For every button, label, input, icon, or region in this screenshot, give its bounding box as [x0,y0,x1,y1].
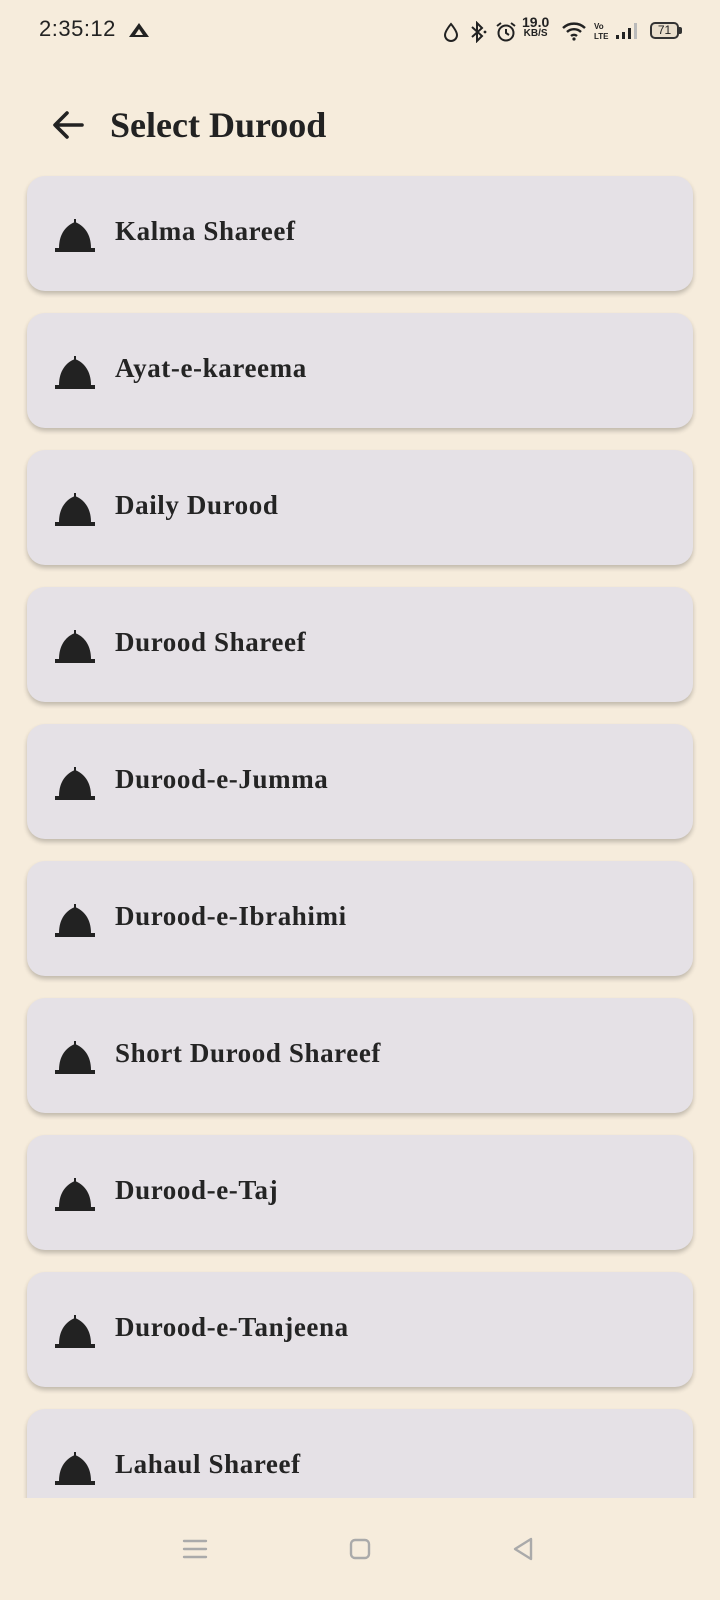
list-item-label: Daily Durood [115,490,279,520]
signal-icon [616,23,637,39]
list-item[interactable]: Durood-e-Ibrahimi [27,861,693,976]
list-item-label: Short Durood Shareef [115,1038,382,1068]
dome-icon [55,1452,95,1485]
list-item-label: Lahaul Shareef [115,1449,301,1479]
list-item[interactable]: Durood-e-Jumma [27,724,693,839]
list-item[interactable]: Ayat-e-kareema [27,313,693,428]
delta-icon [129,23,149,37]
dome-icon [55,1041,95,1074]
back-triangle-icon[interactable] [508,1534,538,1564]
status-bar: 2:35:12 19.0 KB/S Vo LTE 71 [0,0,720,62]
list-item[interactable]: Daily Durood [27,450,693,565]
dome-icon [55,630,95,663]
battery-icon: 71 [650,22,682,39]
list-item[interactable]: Short Durood Shareef [27,998,693,1113]
navigation-bar [0,1498,720,1600]
network-speed-value: 19.0 [522,14,550,30]
drop-icon [443,22,459,42]
list-item-label: Durood-e-Jumma [115,764,329,794]
menu-icon[interactable] [180,1534,210,1564]
dome-icon [55,767,95,800]
durood-list[interactable]: Kalma Shareef Ayat-e-kareema Daily Duroo… [0,160,720,1498]
list-item[interactable]: Durood-e-Taj [27,1135,693,1250]
svg-text:Vo: Vo [594,22,604,31]
network-speed-unit: KB/S [523,28,548,39]
list-item-label: Ayat-e-kareema [115,353,307,383]
bluetooth-icon [471,21,487,43]
page-title: Select Durood [110,105,327,145]
dome-icon [55,1315,95,1348]
alarm-icon [496,22,516,42]
list-item-label: Durood-e-Tanjeena [115,1312,349,1342]
list-item[interactable]: Lahaul Shareef [27,1409,693,1498]
list-item-label: Durood Shareef [115,627,307,657]
dome-icon [55,493,95,526]
status-time: 2:35:12 [39,16,116,41]
arrow-left-icon[interactable] [48,104,90,146]
battery-level: 71 [657,23,672,37]
list-item[interactable]: Durood-e-Tanjeena [27,1272,693,1387]
wifi-icon [562,22,586,41]
list-item-label: Durood-e-Taj [115,1175,279,1205]
dome-icon [55,356,95,389]
list-item-label: Kalma Shareef [115,216,296,246]
dome-icon [55,904,95,937]
dome-icon [55,1178,95,1211]
app-bar: Select Durood [0,90,720,160]
list-item[interactable]: Durood Shareef [27,587,693,702]
network-speed: 19.0 KB/S [522,14,550,39]
volte-icon: Vo LTE [594,22,609,41]
list-item-label: Durood-e-Ibrahimi [115,901,347,931]
svg-text:LTE: LTE [594,32,609,41]
list-item[interactable]: Kalma Shareef [27,176,693,291]
dome-icon [55,219,95,252]
home-icon[interactable] [345,1534,375,1564]
durood-list-items: Kalma Shareef Ayat-e-kareema Daily Duroo… [27,176,693,1498]
